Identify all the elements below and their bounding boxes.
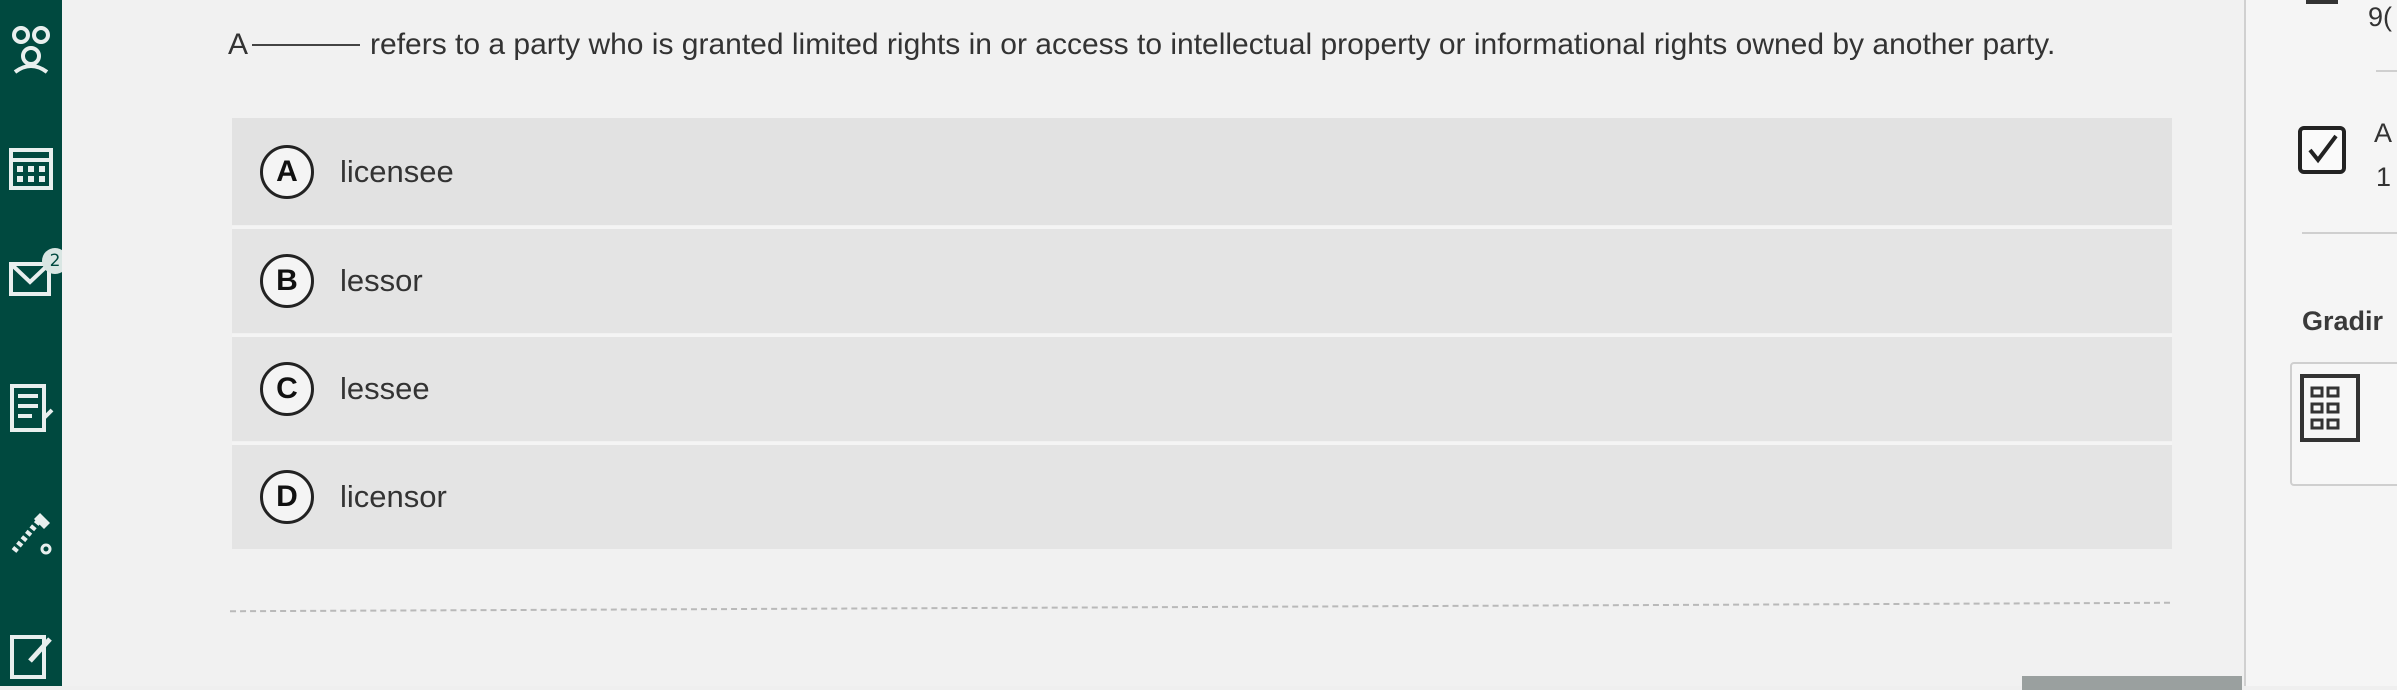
people-icon[interactable] bbox=[6, 22, 56, 78]
question-panel: Arefers to a party who is granted limite… bbox=[62, 0, 2244, 690]
calendar-icon[interactable] bbox=[6, 140, 56, 196]
question-suffix: refers to a party who is granted limited… bbox=[370, 28, 2056, 61]
score-value: 9( bbox=[2368, 2, 2393, 32]
option-letter: B bbox=[260, 254, 314, 308]
sidebar: 2 bbox=[0, 0, 68, 686]
grid-icon bbox=[2300, 374, 2360, 442]
answered-label: A bbox=[2374, 118, 2393, 148]
grading-label: Gradir bbox=[2302, 306, 2384, 336]
option-c[interactable]: C lessee bbox=[232, 334, 2172, 441]
answered-count: 1 bbox=[2376, 162, 2392, 192]
option-label: lessee bbox=[340, 371, 430, 406]
dashed-divider bbox=[230, 601, 2170, 613]
checkbox-icon bbox=[2298, 126, 2346, 174]
divider bbox=[2302, 232, 2397, 234]
answer-blank bbox=[252, 44, 361, 46]
warning-icon bbox=[2306, 0, 2338, 4]
option-b[interactable]: B lessor bbox=[232, 226, 2172, 333]
option-label: lessor bbox=[340, 263, 423, 298]
option-label: licensee bbox=[340, 153, 454, 189]
question-prefix: A bbox=[228, 28, 249, 61]
option-label: licensor bbox=[340, 479, 447, 514]
edit-icon[interactable] bbox=[6, 628, 56, 684]
answer-options: A licensee B lessor C lessee D licensor bbox=[232, 118, 2172, 550]
tools-icon[interactable] bbox=[6, 504, 56, 560]
option-letter: D bbox=[260, 470, 314, 524]
option-letter: C bbox=[260, 362, 314, 416]
grading-card[interactable] bbox=[2290, 362, 2397, 486]
mail-icon[interactable]: 2 bbox=[6, 248, 68, 306]
bottom-button-edge[interactable] bbox=[2022, 676, 2242, 690]
option-d[interactable]: D licensor bbox=[232, 442, 2172, 549]
right-panel: 9( A 1 Gradir bbox=[2244, 0, 2397, 686]
divider bbox=[2376, 70, 2397, 72]
question-text: Arefers to a party who is granted limite… bbox=[228, 18, 2128, 71]
option-letter: A bbox=[260, 144, 314, 199]
option-a[interactable]: A licensee bbox=[232, 118, 2172, 225]
notes-icon[interactable] bbox=[6, 380, 56, 436]
